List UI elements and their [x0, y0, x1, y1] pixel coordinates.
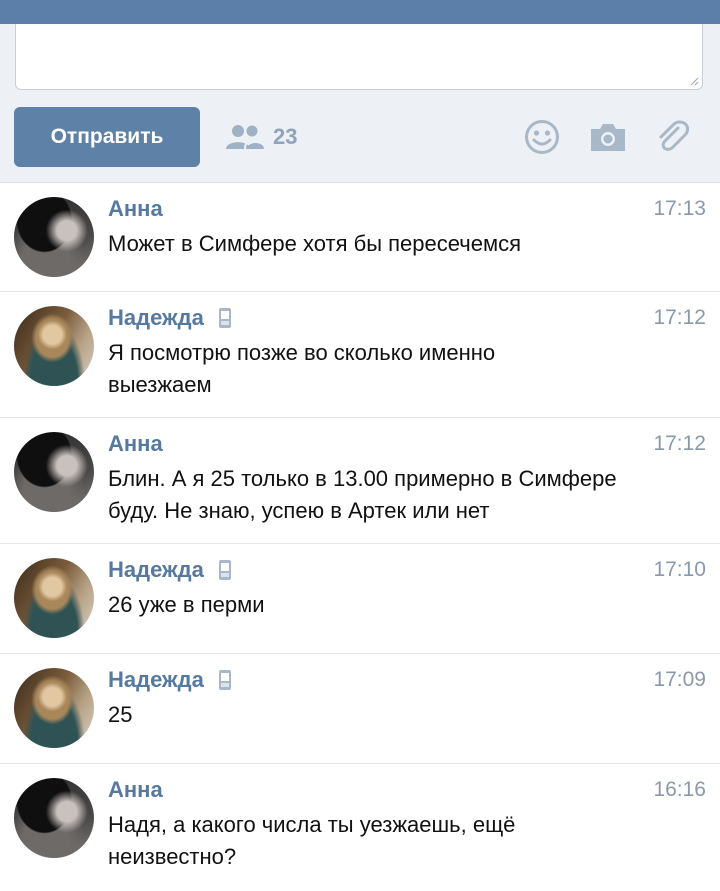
- author-name[interactable]: Надежда: [108, 557, 232, 583]
- message-item[interactable]: Анна 16:16 Надя, а какого числа ты уезжа…: [0, 764, 720, 890]
- smiley-icon[interactable]: [524, 119, 560, 155]
- avatar[interactable]: [14, 197, 94, 277]
- camera-icon[interactable]: [588, 119, 628, 155]
- message-time: 17:12: [653, 306, 706, 329]
- author-name[interactable]: Анна: [108, 196, 163, 222]
- message-item[interactable]: Анна 17:13 Может в Симфере хотя бы перес…: [0, 183, 720, 292]
- message-time: 17:12: [653, 432, 706, 455]
- recipients-count-label: 23: [273, 124, 298, 149]
- message-time: 17:09: [653, 668, 706, 691]
- message-input[interactable]: [15, 24, 703, 90]
- author-name[interactable]: Надежда: [108, 667, 232, 693]
- message-text: Блин. А я 25 только в 13.00 примерно в С…: [108, 466, 617, 523]
- message-text: Надя, а какого числа ты уезжаешь, ещё не…: [108, 812, 516, 869]
- message-item[interactable]: Надежда 17:10 26 уже в перми: [0, 544, 720, 654]
- author-name[interactable]: Анна: [108, 431, 163, 457]
- avatar[interactable]: [14, 668, 94, 748]
- avatar[interactable]: [14, 778, 94, 858]
- message-text: Может в Симфере хотя бы пересечемся: [108, 231, 521, 256]
- author-name[interactable]: Анна: [108, 777, 163, 803]
- avatar[interactable]: [14, 558, 94, 638]
- avatar[interactable]: [14, 432, 94, 512]
- message-time: 17:10: [653, 558, 706, 581]
- author-name[interactable]: Надежда: [108, 305, 232, 331]
- message-text: 26 уже в перми: [108, 592, 265, 617]
- message-text: 25: [108, 702, 133, 727]
- phone-icon: [218, 560, 231, 580]
- message-time: 17:13: [653, 197, 706, 220]
- message-list: Анна 17:13 Может в Симфере хотя бы перес…: [0, 183, 720, 890]
- phone-icon: [218, 308, 231, 328]
- send-button[interactable]: Отправить: [14, 107, 200, 167]
- group-icon: [226, 125, 264, 150]
- message-text: Я посмотрю позже во сколько именно выезж…: [108, 340, 496, 397]
- paperclip-icon[interactable]: [654, 119, 692, 157]
- message-item[interactable]: Надежда 17:12 Я посмотрю позже во скольк…: [0, 292, 720, 418]
- top-bar: [0, 0, 720, 24]
- avatar[interactable]: [14, 306, 94, 386]
- compose-panel: Отправить 23: [0, 24, 720, 183]
- phone-icon: [218, 670, 231, 690]
- recipients-count[interactable]: 23: [225, 122, 297, 152]
- resize-grip-icon[interactable]: [689, 76, 699, 86]
- message-item[interactable]: Анна 17:12 Блин. А я 25 только в 13.00 п…: [0, 418, 720, 544]
- message-time: 16:16: [653, 778, 706, 801]
- message-item[interactable]: Надежда 17:09 25: [0, 654, 720, 764]
